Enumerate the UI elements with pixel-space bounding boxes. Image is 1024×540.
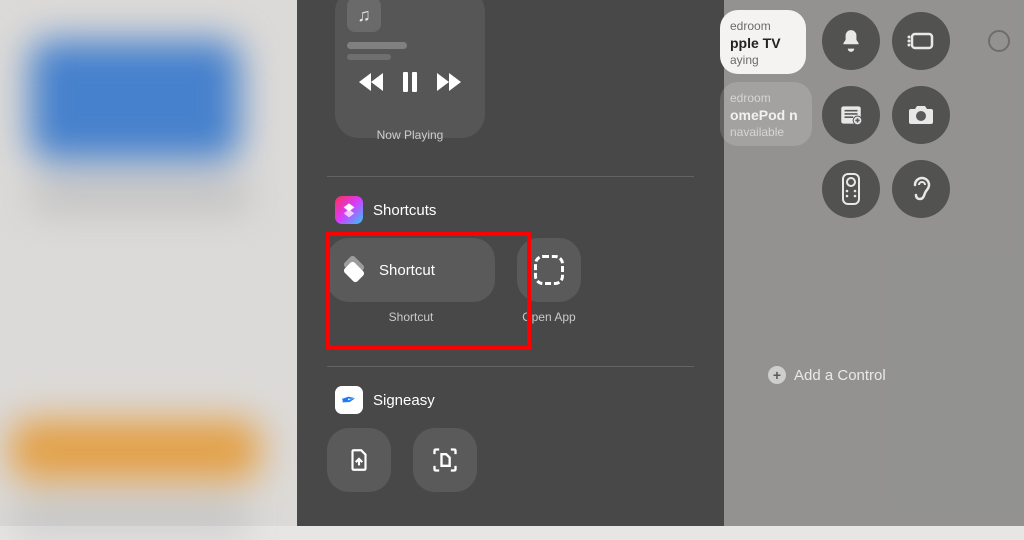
music-app-icon: ♫ [347, 0, 381, 32]
signeasy-row [327, 428, 694, 492]
control-item-shortcut[interactable]: Shortcut Shortcut [327, 238, 495, 324]
plus-icon: + [768, 366, 786, 384]
silent-mode-button[interactable] [822, 12, 880, 70]
shortcut-stack-icon [341, 257, 367, 283]
document-scan-icon [431, 446, 459, 474]
control-item-open-app[interactable]: Open App [517, 238, 581, 324]
fast-forward-icon[interactable] [437, 73, 461, 91]
pause-icon[interactable] [403, 72, 417, 92]
shortcuts-app-icon [335, 196, 363, 224]
signeasy-app-icon: ✒ [335, 386, 363, 414]
device-card-homepod[interactable]: edroom omePod n navailable [720, 82, 812, 146]
control-center-preview: edroom pple TV aying edroom omePod n nav… [724, 0, 1024, 526]
controls-gallery-panel: ♫ Now Playing Shortcuts Shortcut Shortcu… [297, 0, 724, 526]
focus-button[interactable] [892, 12, 950, 70]
now-playing-label: Now Playing [335, 128, 485, 142]
control-item-signeasy-2[interactable] [413, 428, 477, 492]
control-item-signeasy-1[interactable] [327, 428, 391, 492]
section-header-shortcuts: Shortcuts [335, 196, 436, 224]
section-header-signeasy: ✒ Signeasy [335, 386, 435, 414]
camera-button[interactable] [892, 86, 950, 144]
quick-note-button[interactable] [822, 86, 880, 144]
apple-tv-remote-button[interactable] [822, 160, 880, 218]
hearing-button[interactable] [892, 160, 950, 218]
open-app-icon [534, 255, 564, 285]
now-playing-tile[interactable]: ♫ [335, 0, 485, 138]
document-upload-icon [346, 447, 372, 473]
page-indicator [988, 30, 1010, 52]
add-control-button[interactable]: + Add a Control [768, 366, 886, 384]
shortcuts-row: Shortcut Shortcut Open App [327, 238, 694, 324]
rewind-icon[interactable] [359, 73, 383, 91]
device-card-appletv[interactable]: edroom pple TV aying [720, 10, 806, 74]
